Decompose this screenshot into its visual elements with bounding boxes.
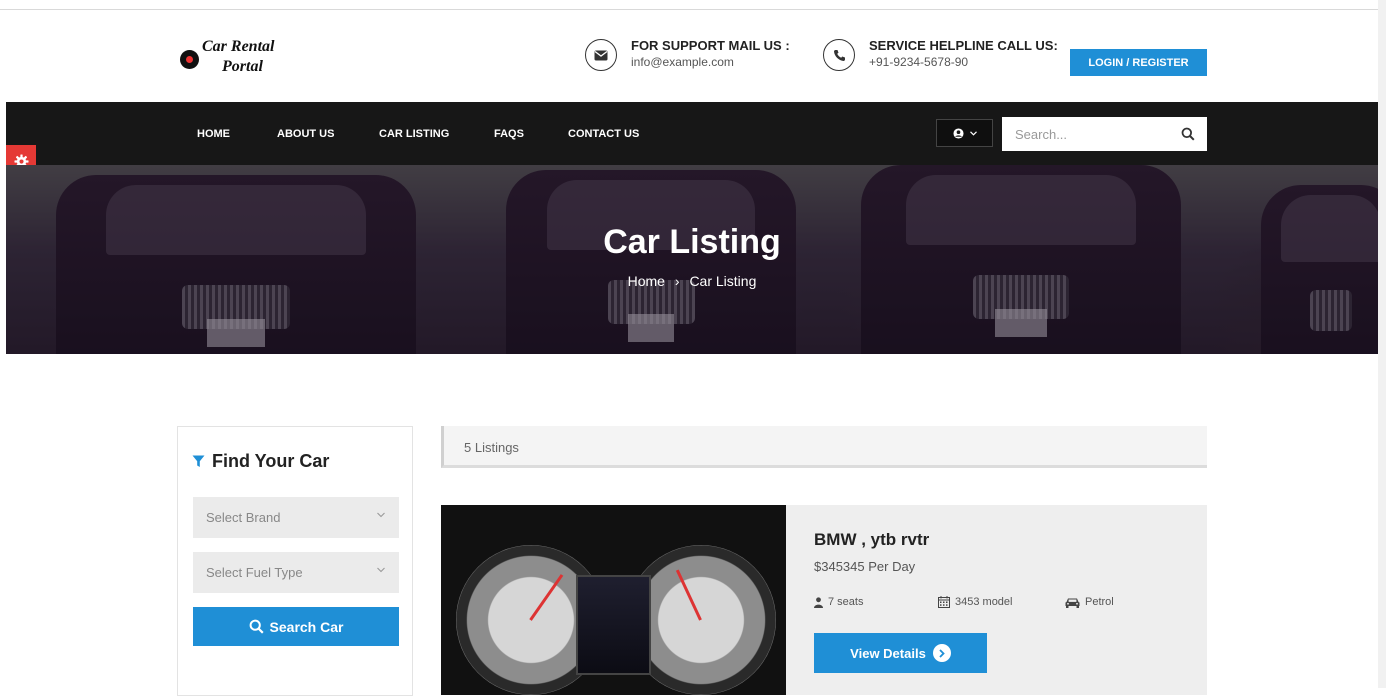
logo-badge-icon <box>180 50 199 69</box>
listing-card: BMW , ytb rvtr $345345 Per Day 7 seats 3… <box>441 505 1207 695</box>
select-fuel-dropdown[interactable]: Select Fuel Type <box>193 552 399 593</box>
user-icon <box>814 596 823 608</box>
car-icon <box>1065 598 1080 608</box>
scrollbar[interactable] <box>1378 0 1386 688</box>
phone-icon <box>823 39 855 71</box>
search-car-label: Search Car <box>269 618 344 635</box>
listing-title[interactable]: BMW , ytb rvtr <box>814 530 929 550</box>
breadcrumb: Home › Car Listing <box>6 273 1378 289</box>
chevron-down-icon <box>377 567 385 573</box>
breadcrumb-current: Car Listing <box>689 273 757 289</box>
main-navbar: HOME ABOUT US CAR LISTING FAQS CONTACT U… <box>6 102 1378 165</box>
car-dashboard-image[interactable] <box>441 505 786 695</box>
breadcrumb-separator: › <box>674 273 680 289</box>
view-details-label: View Details <box>850 645 926 661</box>
logo-text-line2: Portal <box>222 58 263 75</box>
listing-model: 3453 model <box>938 596 1013 608</box>
select-fuel-value: Select Fuel Type <box>206 565 303 580</box>
support-mail-title: FOR SUPPORT MAIL US : <box>631 38 790 53</box>
support-mail-value[interactable]: info@example.com <box>631 55 734 69</box>
helpline-value[interactable]: +91-9234-5678-90 <box>869 55 968 69</box>
listing-model-text: 3453 model <box>955 596 1013 608</box>
arrow-right-icon <box>932 644 951 662</box>
listings-count: 5 Listings <box>464 440 519 455</box>
sidebar-title-text: Find Your Car <box>212 451 330 471</box>
login-register-button[interactable]: LOGIN / REGISTER <box>1070 49 1207 76</box>
listing-seats-text: 7 seats <box>828 596 864 608</box>
search-icon <box>249 619 264 634</box>
nav-about-us[interactable]: ABOUT US <box>277 128 334 140</box>
breadcrumb-home-link[interactable]: Home <box>628 273 665 289</box>
view-details-button[interactable]: View Details <box>814 633 987 673</box>
nav-car-listing[interactable]: CAR LISTING <box>379 128 449 140</box>
user-menu-button[interactable] <box>936 119 993 147</box>
listing-fuel-text: Petrol <box>1085 596 1114 608</box>
chevron-down-icon <box>377 512 385 518</box>
top-divider <box>0 9 1378 10</box>
calendar-icon <box>938 596 950 608</box>
select-brand-value: Select Brand <box>206 510 281 525</box>
filter-icon <box>192 455 205 467</box>
user-circle-icon <box>952 127 964 139</box>
find-car-sidebar: Find Your Car Select Brand Select Fuel T… <box>177 426 413 696</box>
listing-seats: 7 seats <box>814 596 863 608</box>
envelope-icon <box>585 39 617 71</box>
search-car-button[interactable]: Search Car <box>193 607 399 646</box>
search-icon[interactable] <box>1181 127 1195 141</box>
header-search <box>1002 117 1207 151</box>
chevron-down-icon <box>969 130 977 136</box>
nav-contact-us[interactable]: CONTACT US <box>568 128 639 140</box>
helpline-title: SERVICE HELPLINE CALL US: <box>869 38 1058 53</box>
sidebar-title: Find Your Car <box>192 451 329 472</box>
select-brand-dropdown[interactable]: Select Brand <box>193 497 399 538</box>
site-logo[interactable]: Car Rental Portal <box>180 38 300 78</box>
nav-faqs[interactable]: FAQS <box>494 128 524 140</box>
listing-fuel: Petrol <box>1065 596 1114 608</box>
listings-count-bar: 5 Listings <box>441 426 1207 468</box>
listing-price: $345345 Per Day <box>814 559 916 574</box>
page-hero-banner: Car Listing Home › Car Listing <box>6 165 1378 354</box>
logo-text-line1: Car Rental <box>202 38 275 55</box>
nav-home[interactable]: HOME <box>197 128 230 140</box>
page-title: Car Listing <box>603 223 781 261</box>
search-input[interactable] <box>1002 117 1172 151</box>
